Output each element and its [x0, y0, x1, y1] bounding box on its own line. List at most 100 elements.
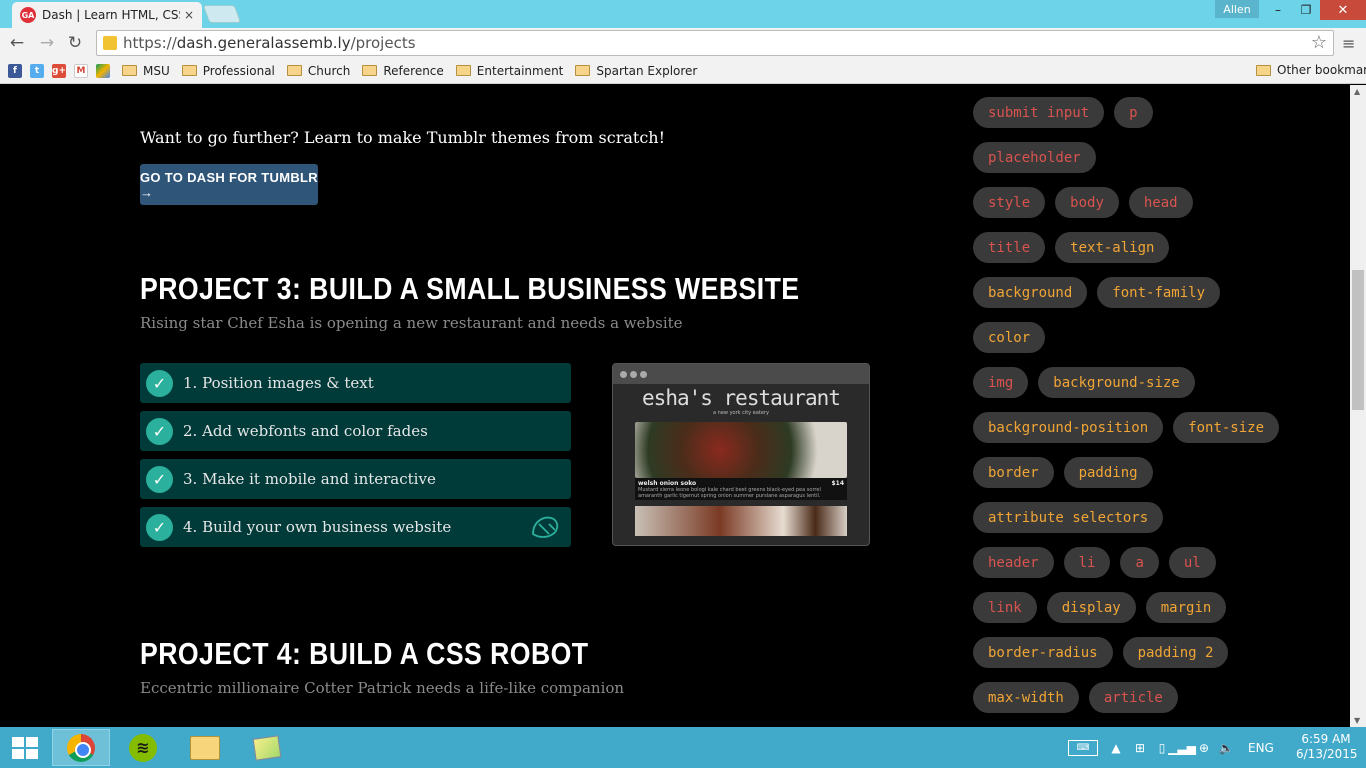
address-bar[interactable]: https:// dash.generalassemb.ly /projects… — [96, 30, 1334, 56]
google-plus-icon[interactable]: g+ — [52, 63, 66, 78]
browser-tab[interactable]: GA Dash | Learn HTML, CSS, J × — [12, 2, 202, 28]
folder-icon — [455, 65, 471, 76]
tab-close-icon[interactable]: × — [184, 8, 194, 22]
skill-tag[interactable]: border-radius — [973, 637, 1113, 668]
volume-icon[interactable]: 🔈 — [1218, 741, 1234, 755]
skill-tag[interactable]: submit input — [973, 97, 1105, 128]
bookmark-folder-reference[interactable]: Reference — [362, 64, 444, 78]
skill-tag[interactable]: background-size — [1038, 367, 1195, 398]
skill-tag[interactable]: ul — [1168, 547, 1216, 578]
facebook-icon[interactable]: f — [8, 63, 22, 78]
skill-tag[interactable]: header — [973, 547, 1054, 578]
skill-tag[interactable]: border — [973, 457, 1054, 488]
skill-tag[interactable]: img — [973, 367, 1029, 398]
forward-button[interactable]: → — [36, 32, 58, 54]
minimize-button[interactable]: – — [1264, 0, 1292, 20]
scroll-up-icon[interactable]: ▲ — [1354, 87, 1360, 96]
windows-start-icon[interactable] — [12, 737, 38, 759]
google-drive-icon[interactable] — [96, 63, 110, 78]
skill-tag[interactable]: font-family — [1097, 277, 1221, 308]
close-window-button[interactable]: ✕ — [1320, 0, 1366, 20]
tag-row: border-radius padding 2 — [973, 637, 1343, 682]
windows-flag-icon[interactable]: ⊞ — [1132, 741, 1148, 755]
gmail-icon[interactable]: M — [74, 63, 88, 78]
scroll-down-icon[interactable]: ▼ — [1354, 716, 1360, 725]
skill-tag[interactable]: padding — [1063, 457, 1153, 488]
chrome-icon — [67, 733, 95, 762]
skill-tag[interactable]: body — [1055, 187, 1119, 218]
language-indicator[interactable]: ENG — [1248, 741, 1274, 755]
skill-tag[interactable]: display — [1046, 592, 1136, 623]
skill-tag[interactable]: margin — [1145, 592, 1227, 623]
bookmark-folder-entertainment[interactable]: Entertainment — [455, 64, 563, 78]
skill-tag[interactable]: title — [973, 232, 1046, 263]
skill-tag[interactable]: article — [1088, 682, 1178, 713]
browser-toolbar: ← → ↻ https:// dash.generalassemb.ly /pr… — [0, 28, 1366, 58]
windows-taskbar: ≋ ⌨ ▲ ⊞ ▯ ▁▃▅ ⊕ 🔈 ENG 6:59 AM 6/13/2015 — [0, 727, 1366, 768]
skill-tag[interactable]: text-align — [1055, 232, 1170, 263]
step-3[interactable]: ✓ 3. Make it mobile and interactive — [140, 459, 571, 499]
project4-subtitle: Eccentric millionaire Cotter Patrick nee… — [140, 679, 625, 697]
skill-tag[interactable]: padding 2 — [1122, 637, 1229, 668]
skill-tag[interactable]: background-position — [973, 412, 1164, 443]
profile-user[interactable]: Allen — [1215, 0, 1259, 18]
bookmark-folder-professional[interactable]: Professional — [181, 64, 275, 78]
skill-tag[interactable]: link — [973, 592, 1037, 623]
preview-tagline: a new york city eatery — [713, 410, 769, 416]
show-hidden-icons-icon[interactable]: ▲ — [1108, 741, 1124, 755]
other-bookmarks[interactable]: Other bookmarks — [1256, 63, 1366, 77]
skill-tag[interactable]: background — [973, 277, 1088, 308]
reload-button[interactable]: ↻ — [64, 32, 86, 54]
skill-tag[interactable]: a — [1120, 547, 1159, 578]
bookmark-folder-church[interactable]: Church — [286, 64, 350, 78]
skill-tag[interactable]: style — [973, 187, 1046, 218]
tag-row: attribute selectors — [973, 502, 1343, 547]
clock-time: 6:59 AM — [1301, 732, 1351, 746]
food-photo — [635, 422, 847, 478]
taskbar-spotify[interactable]: ≋ — [114, 729, 172, 766]
taskbar-file-explorer[interactable] — [176, 729, 234, 766]
url-scheme: https:// — [123, 34, 177, 52]
skill-tag[interactable]: max-width — [973, 682, 1079, 713]
chrome-menu-icon[interactable]: ≡ — [1342, 34, 1355, 53]
tag-row: placeholder — [973, 142, 1343, 187]
bookmark-folder-msu[interactable]: MSU — [122, 64, 170, 78]
window-dot-icon — [640, 370, 647, 378]
skill-tag[interactable]: color — [973, 322, 1046, 353]
dash-for-tumblr-button[interactable]: GO TO DASH FOR TUMBLR → — [140, 164, 318, 205]
taskbar-sticky-notes[interactable] — [238, 729, 296, 766]
page-content: Want to go further? Learn to make Tumblr… — [0, 85, 1350, 727]
step-1[interactable]: ✓ 1. Position images & text — [140, 363, 571, 403]
bookmark-star-icon[interactable]: ☆ — [1311, 32, 1327, 53]
signal-icon[interactable]: ▁▃▅ — [1168, 741, 1196, 755]
step-2[interactable]: ✓ 2. Add webfonts and color fades — [140, 411, 571, 451]
skill-tag[interactable]: li — [1063, 547, 1111, 578]
keyboard-icon[interactable]: ⌨ — [1068, 739, 1098, 756]
skill-tag[interactable]: font-size — [1173, 412, 1280, 443]
taskbar-chrome[interactable] — [52, 729, 110, 766]
back-button[interactable]: ← — [6, 32, 28, 54]
step-4[interactable]: ✓ 4. Build your own business website — [140, 507, 571, 547]
twitter-icon[interactable]: t — [30, 63, 44, 78]
tag-row: border padding — [973, 457, 1343, 502]
skill-tag[interactable]: placeholder — [973, 142, 1096, 173]
dish-name: welsh onion soko — [638, 480, 697, 487]
skill-tag[interactable]: attribute selectors — [973, 502, 1164, 533]
spotify-icon: ≋ — [129, 733, 157, 762]
url-path: /projects — [350, 34, 416, 52]
skill-tag[interactable]: p — [1114, 97, 1153, 128]
network-icon[interactable]: ⊕ — [1196, 741, 1212, 755]
maximize-button[interactable]: ❐ — [1292, 0, 1320, 20]
bookmark-folder-spartan-explorer[interactable]: Spartan Explorer — [575, 64, 697, 78]
new-tab-button[interactable] — [202, 5, 242, 23]
skill-tag[interactable]: head — [1128, 187, 1193, 218]
badge-icon — [532, 516, 559, 538]
window-dot-icon — [620, 370, 627, 378]
project4-title: PROJECT 4: BUILD A CSS ROBOT — [140, 636, 589, 671]
window-dot-icon — [630, 370, 637, 378]
tag-row: link display margin — [973, 592, 1343, 637]
clock[interactable]: 6:59 AM 6/13/2015 — [1296, 732, 1358, 762]
page-scrollbar[interactable]: ▲ ▼ — [1350, 85, 1366, 727]
scroll-thumb[interactable] — [1352, 270, 1364, 410]
folder-icon — [1256, 64, 1271, 76]
